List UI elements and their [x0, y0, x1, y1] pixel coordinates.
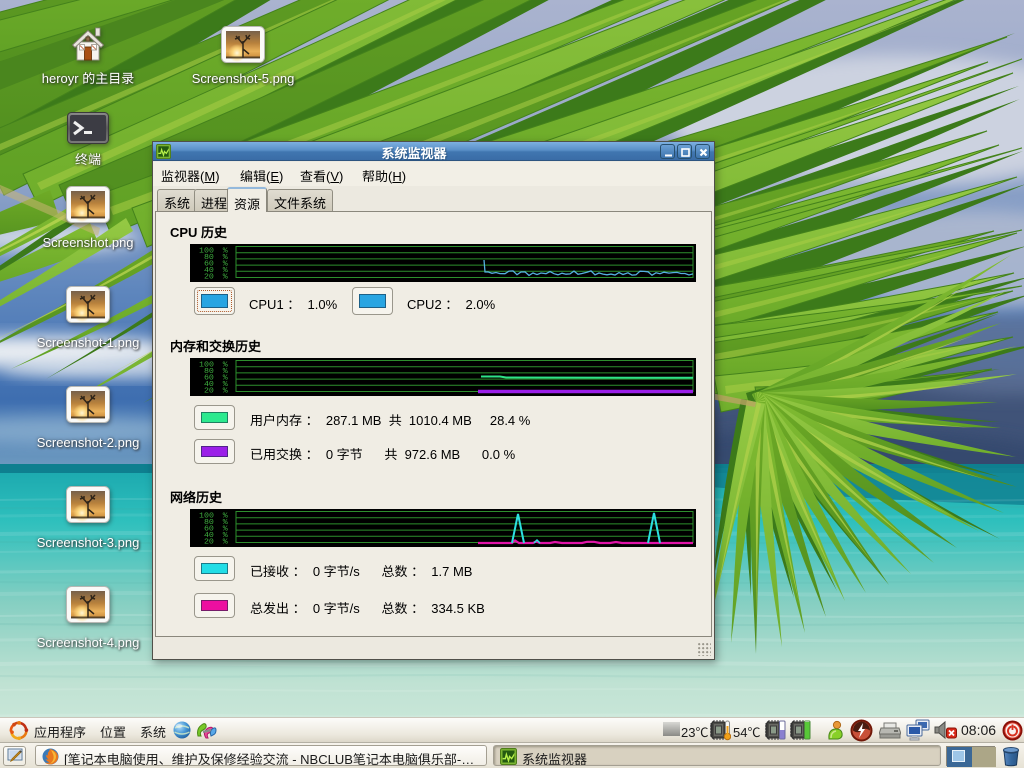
svg-text:%: %: [223, 388, 228, 395]
svg-text:20: 20: [204, 539, 214, 546]
svg-text:20: 20: [204, 274, 214, 281]
svg-text:%: %: [223, 274, 228, 281]
svg-text:%: %: [223, 539, 228, 546]
svg-text:20: 20: [204, 388, 214, 395]
